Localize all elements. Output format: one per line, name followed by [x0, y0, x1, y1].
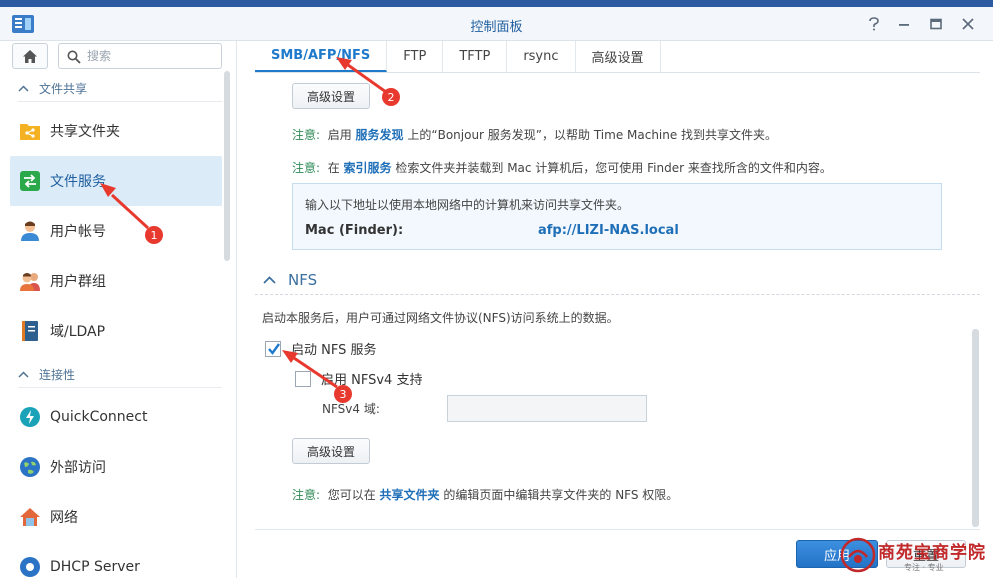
nfs-section-title: NFS: [288, 271, 318, 289]
enable-nfs-label: 启动 NFS 服务: [291, 343, 377, 358]
domain-ldap-icon: [18, 319, 42, 343]
nfsv4-domain-field[interactable]: [447, 395, 647, 422]
service-discovery-link[interactable]: 服务发现: [356, 128, 404, 142]
annotation-badge-2: 2: [382, 88, 400, 106]
search-icon: [67, 50, 81, 64]
afp-address-box: 输入以下地址以使用本地网络中的计算机来访问共享文件夹。 Mac (Finder)…: [292, 183, 942, 250]
checkmark-icon: [268, 342, 280, 355]
sidebar-item-label: 用户帐号: [50, 224, 106, 240]
afp-note-indexing: 注意: 在 索引服务 检索文件夹并装载到 Mac 计算机后，您可使用 Finde…: [292, 161, 832, 175]
chevron-up-icon: [263, 276, 276, 284]
enable-nfsv4-label: 启用 NFSv4 支持: [321, 373, 423, 388]
nfs-description: 启动本服务后，用户可通过网络文件协议(NFS)访问系统上的数据。: [262, 311, 619, 325]
quickconnect-icon: [18, 405, 42, 429]
sidebar: 文件共享 共享文件夹 文件服务 用户帐号 用户群组 域/LDAP 连接性: [0, 41, 237, 578]
window-title: 控制面板: [470, 20, 523, 35]
nfs-advanced-button[interactable]: 高级设置: [292, 438, 370, 464]
annotation-badge-3: 3: [334, 385, 352, 403]
sidebar-item-domain-ldap[interactable]: 域/LDAP: [10, 306, 222, 356]
group-icon: [18, 269, 42, 293]
watermark: 商苑宝商学院 专注 · 专业: [838, 532, 993, 578]
tab-ftp[interactable]: FTP: [387, 41, 444, 72]
sidebar-item-label: 外部访问: [50, 460, 106, 476]
watermark-logo: [840, 537, 876, 573]
afp-note-bonjour: 注意: 启用 服务发现 上的“Bonjour 服务发现”，以帮助 Time Ma…: [292, 128, 778, 142]
search-input[interactable]: [87, 47, 217, 65]
tab-rsync[interactable]: rsync: [507, 41, 576, 72]
window-top-strip: [0, 0, 993, 7]
enable-nfsv4-checkbox[interactable]: [295, 370, 311, 387]
watermark-text: 商苑宝商学院: [878, 543, 986, 563]
tab-tftp[interactable]: TFTP: [443, 41, 508, 72]
home-button[interactable]: [12, 43, 48, 69]
shared-folder-link[interactable]: 共享文件夹: [380, 488, 440, 502]
search-box[interactable]: [58, 43, 222, 69]
chevron-up-icon: [18, 370, 29, 378]
file-services-icon: [18, 169, 42, 193]
indexing-service-link[interactable]: 索引服务: [344, 161, 392, 175]
home-icon: [23, 49, 37, 63]
maximize-icon[interactable]: [925, 13, 947, 35]
dhcp-icon: [18, 555, 42, 578]
external-access-icon: [18, 455, 42, 479]
enable-nfs-row[interactable]: 启动 NFS 服务: [265, 339, 377, 358]
sidebar-item-external-access[interactable]: 外部访问: [10, 442, 222, 492]
tab-bar: SMB/AFP/NFS FTP TFTP rsync 高级设置: [255, 41, 980, 73]
section-divider: [255, 294, 980, 295]
sidebar-item-label: 网络: [50, 510, 78, 526]
sidebar-item-shared-folder[interactable]: 共享文件夹: [10, 106, 222, 156]
sidebar-item-label: 域/LDAP: [50, 324, 106, 340]
sidebar-item-user-account[interactable]: 用户帐号: [10, 206, 222, 256]
annotation-badge-1: 1: [145, 226, 163, 244]
network-icon: [18, 505, 42, 529]
close-icon[interactable]: [957, 13, 979, 35]
sidebar-item-label: 共享文件夹: [50, 124, 120, 140]
sidebar-item-user-group[interactable]: 用户群组: [10, 256, 222, 306]
sidebar-item-label: QuickConnect: [50, 409, 148, 425]
section-connectivity[interactable]: 连接性: [18, 364, 75, 384]
sidebar-item-label: 文件服务: [50, 174, 106, 190]
sidebar-scrollbar[interactable]: [224, 71, 230, 261]
nfs-note-permissions: 注意: 您可以在 共享文件夹 的编辑页面中编辑共享文件夹的 NFS 权限。: [292, 488, 679, 502]
sidebar-item-label: 用户群组: [50, 274, 106, 290]
footer-divider: [255, 529, 980, 530]
sidebar-item-label: DHCP Server: [50, 559, 140, 575]
content-scrollbar[interactable]: [972, 329, 979, 527]
afp-address-hint: 输入以下地址以使用本地网络中的计算机来访问共享文件夹。: [305, 198, 630, 212]
help-icon[interactable]: [863, 13, 885, 35]
minimize-icon[interactable]: [893, 13, 915, 35]
watermark-subtext: 专注 · 专业: [904, 563, 944, 572]
sidebar-item-file-services[interactable]: 文件服务: [10, 156, 222, 206]
enable-nfsv4-row[interactable]: 启用 NFSv4 支持: [295, 369, 422, 388]
shared-folder-icon: [18, 119, 42, 143]
enable-nfs-checkbox[interactable]: [265, 340, 281, 357]
section-label: 连接性: [39, 367, 76, 382]
nfsv4-domain-input[interactable]: [448, 396, 646, 421]
sidebar-item-dhcp-server[interactable]: DHCP Server: [10, 542, 222, 578]
main-content: 高级设置 注意: 启用 服务发现 上的“Bonjour 服务发现”，以帮助 Ti…: [255, 73, 980, 578]
chevron-up-icon: [18, 84, 29, 92]
title-bar: 控制面板: [0, 7, 993, 41]
nfsv4-domain-label: NFSv4 域:: [322, 402, 380, 416]
section-label: 文件共享: [39, 81, 88, 96]
section-file-sharing[interactable]: 文件共享: [18, 78, 87, 98]
afp-advanced-button[interactable]: 高级设置: [292, 83, 370, 109]
mac-finder-label: Mac (Finder):: [305, 223, 404, 238]
sidebar-item-network[interactable]: 网络: [10, 492, 222, 542]
afp-address-value: afp://LIZI-NAS.local: [538, 223, 679, 238]
tab-advanced[interactable]: 高级设置: [576, 41, 661, 72]
sidebar-item-quickconnect[interactable]: QuickConnect: [10, 392, 222, 442]
nfs-section-header[interactable]: NFS: [263, 271, 317, 289]
tab-smb-afp-nfs[interactable]: SMB/AFP/NFS: [255, 41, 388, 72]
user-icon: [18, 219, 42, 243]
